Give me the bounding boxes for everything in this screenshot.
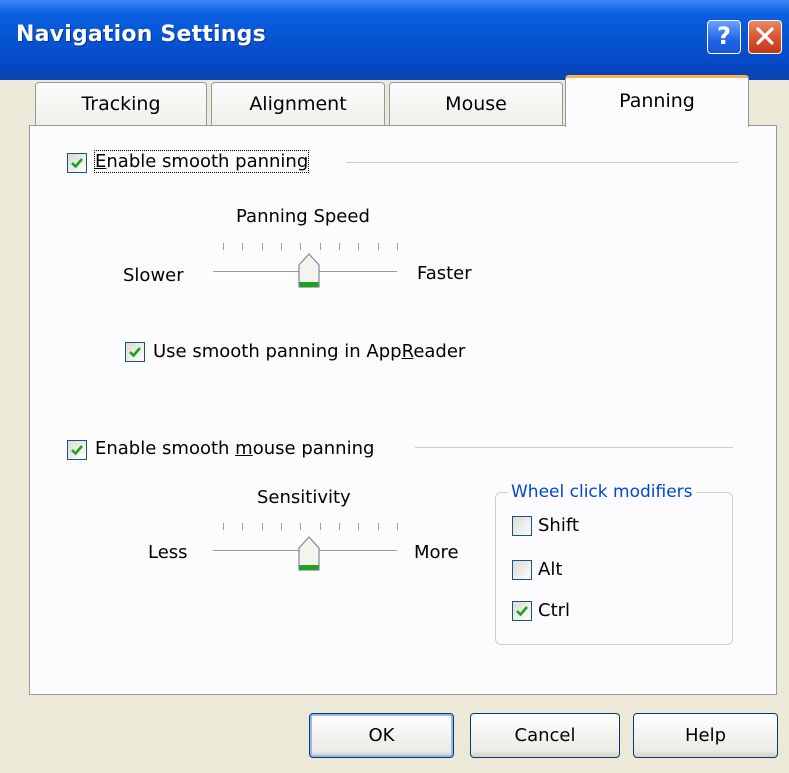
sensitivity-label: Sensitivity <box>257 487 351 508</box>
slider-tick <box>358 243 359 250</box>
slider-tick <box>223 523 224 530</box>
panning-speed-ticks <box>223 243 398 251</box>
enable-smooth-mouse-panning-label[interactable]: Enable smooth mouse panning <box>95 438 374 459</box>
sensitivity-slider-thumb[interactable] <box>298 536 320 572</box>
slider-tick <box>281 243 282 250</box>
panning-speed-slider-thumb[interactable] <box>298 253 320 289</box>
wheel-click-modifiers-title: Wheel click modifiers <box>508 482 696 502</box>
appreader-smooth-panning-label[interactable]: Use smooth panning in AppReader <box>153 341 465 362</box>
tab-mouse[interactable]: Mouse <box>389 82 563 126</box>
slider-tick <box>397 523 398 530</box>
slider-tick <box>320 243 321 250</box>
appreader-smooth-panning-checkbox[interactable] <box>125 342 145 362</box>
slider-tick <box>397 243 398 250</box>
slider-tick <box>378 523 379 530</box>
enable-smooth-panning-checkbox[interactable] <box>67 153 87 173</box>
ok-button[interactable]: OK <box>309 713 454 758</box>
section-divider <box>346 162 738 163</box>
close-icon <box>756 27 774 45</box>
ctrl-modifier-label[interactable]: Ctrl <box>538 600 570 621</box>
slider-tick <box>378 243 379 250</box>
cancel-button[interactable]: Cancel <box>470 713 620 758</box>
slider-tick <box>358 523 359 530</box>
faster-label: Faster <box>417 263 472 284</box>
window-title: Navigation Settings <box>16 22 266 47</box>
tab-alignment[interactable]: Alignment <box>211 82 385 126</box>
slider-tick <box>242 523 243 530</box>
title-help-button[interactable]: ? <box>707 20 741 54</box>
navigation-settings-dialog: Navigation Settings ? Tracking Alignment… <box>0 0 789 773</box>
ctrl-modifier-checkbox[interactable] <box>512 601 532 621</box>
slower-label: Slower <box>123 265 184 286</box>
alt-modifier-label[interactable]: Alt <box>538 559 562 580</box>
slider-tick <box>339 243 340 250</box>
enable-smooth-panning-label[interactable]: Enable smooth panning <box>93 150 310 173</box>
question-mark-icon: ? <box>717 22 731 50</box>
more-label: More <box>414 542 459 563</box>
slider-tick <box>262 243 263 250</box>
shift-modifier-checkbox[interactable] <box>512 516 532 536</box>
checkmark-icon <box>129 347 141 358</box>
slider-tick <box>300 243 301 250</box>
checkmark-icon <box>71 158 83 169</box>
help-button[interactable]: Help <box>633 713 778 758</box>
panning-tab-panel: Enable smooth panning Panning Speed Slow… <box>29 125 777 695</box>
slider-tick <box>300 523 301 530</box>
slider-tick <box>339 523 340 530</box>
checkmark-icon <box>516 606 528 617</box>
sensitivity-ticks <box>223 523 398 531</box>
slider-tick <box>242 243 243 250</box>
alt-modifier-checkbox[interactable] <box>512 560 532 580</box>
slider-tick <box>281 523 282 530</box>
tab-panning[interactable]: Panning <box>565 75 749 127</box>
slider-tick <box>320 523 321 530</box>
title-bar[interactable]: Navigation Settings ? <box>0 0 789 80</box>
tab-tracking[interactable]: Tracking <box>35 82 207 126</box>
title-close-button[interactable] <box>748 20 782 54</box>
panning-speed-label: Panning Speed <box>236 206 370 227</box>
slider-tick <box>223 243 224 250</box>
section-divider <box>415 447 733 448</box>
shift-modifier-label[interactable]: Shift <box>538 515 579 536</box>
less-label: Less <box>148 542 188 563</box>
enable-smooth-mouse-panning-checkbox[interactable] <box>67 440 87 460</box>
checkmark-icon <box>71 445 83 456</box>
slider-tick <box>262 523 263 530</box>
